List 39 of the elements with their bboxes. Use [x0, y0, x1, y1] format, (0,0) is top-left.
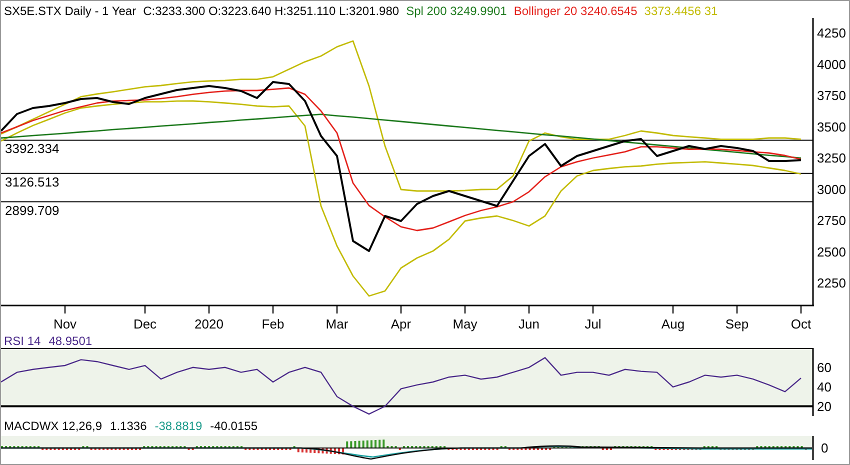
- axis-label: Jun: [518, 316, 540, 332]
- axis-label: 2750: [817, 213, 846, 228]
- indicator-title: MACDWX 12,26,9: [4, 419, 102, 433]
- axis-label: 20: [817, 398, 832, 414]
- axis-label: Oct: [790, 316, 812, 332]
- axis-label: Jul: [584, 316, 602, 332]
- axis-label: Apr: [390, 316, 412, 332]
- axis-label: Feb: [262, 316, 284, 332]
- level-label: 3392.334: [5, 141, 60, 156]
- level-label: 3126.513: [5, 174, 60, 190]
- indicator-value: -38.8819: [154, 419, 202, 433]
- indicator-value: 48.9501: [48, 334, 92, 348]
- axis-label: Dec: [133, 316, 157, 332]
- axis-label: 4250: [817, 26, 846, 40]
- axis-label: Nov: [53, 316, 77, 332]
- axis-label: Mar: [326, 316, 348, 332]
- axis-label: 60: [817, 360, 832, 375]
- axis-label: 2250: [817, 276, 846, 290]
- axis-label: 0: [821, 440, 828, 456]
- axis-label: May: [452, 316, 478, 332]
- axis-label: 3750: [817, 88, 846, 103]
- axis-label: 3500: [817, 119, 846, 134]
- level-label: 2899.709: [5, 202, 60, 218]
- axis-label: 40: [817, 379, 832, 394]
- legend-label: Spl 200 3249.9901: [406, 4, 507, 18]
- axis-label: 4000: [817, 56, 846, 72]
- indicator-title: RSI 14: [4, 334, 41, 348]
- chart-title: SX5E.STX Daily - 1 Year: [4, 4, 136, 18]
- legend-label: 3373.4456 31: [644, 4, 718, 18]
- axis-label: 2020: [194, 316, 224, 332]
- indicator-value: 1.1336: [110, 419, 147, 433]
- axis-label: 2500: [817, 244, 846, 260]
- axis-label: Aug: [661, 316, 685, 332]
- indicator-value: -40.0155: [210, 419, 258, 433]
- axis-label: 3250: [817, 150, 846, 166]
- price-quote: C:3233.300 O:3223.640 H:3251.110 L:3201.980: [143, 4, 400, 18]
- axis-label: Sep: [725, 316, 749, 332]
- axis-label: 3000: [817, 182, 846, 197]
- legend-label: Bollinger 20 3240.6545: [514, 4, 638, 18]
